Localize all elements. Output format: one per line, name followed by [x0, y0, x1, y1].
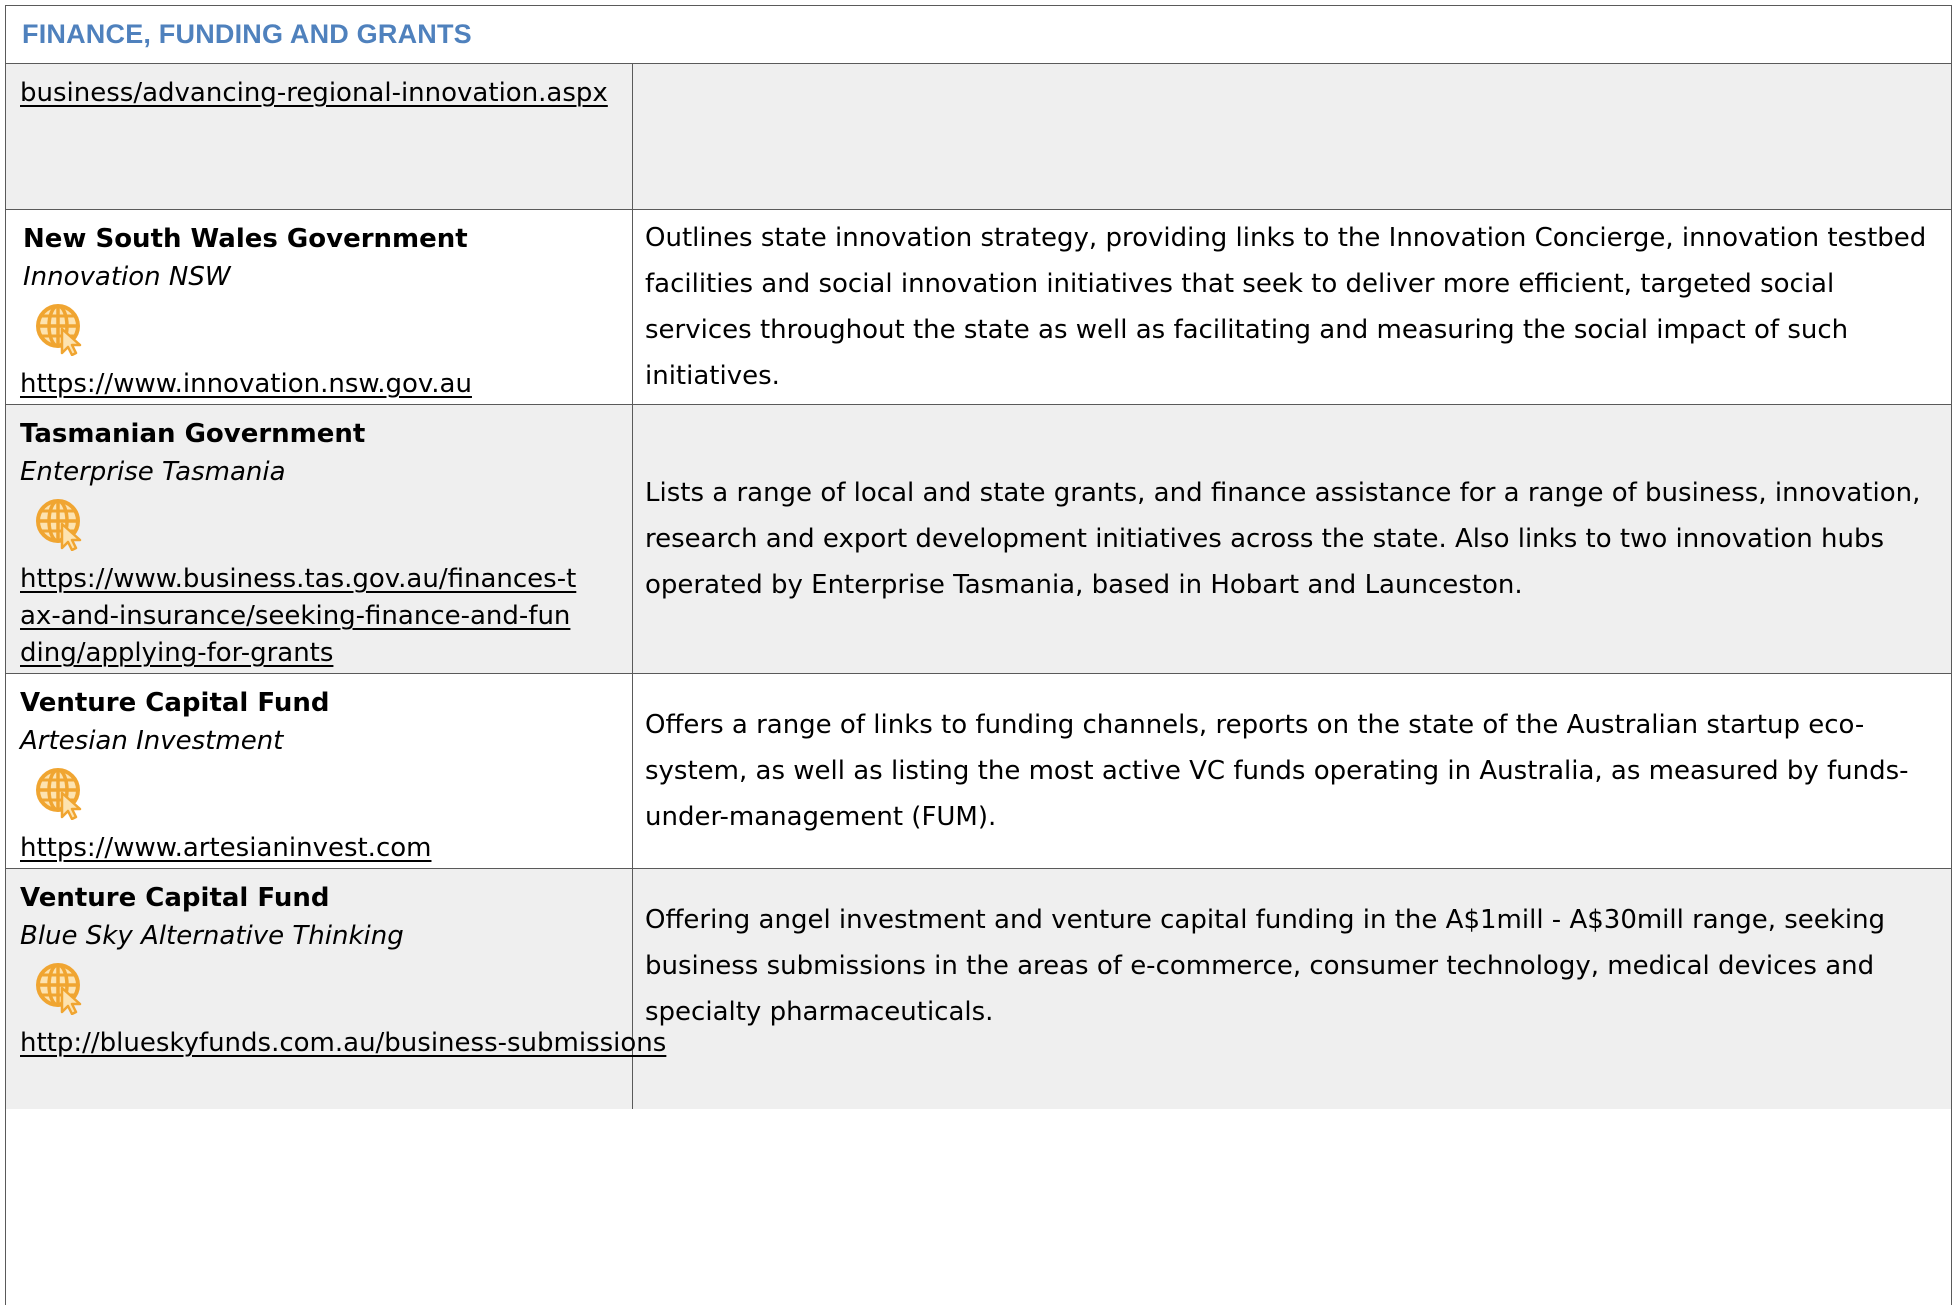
resource-link[interactable]: http://blueskyfunds.com.au/business-subm… [20, 1025, 666, 1061]
resource-description: Offers a range of links to funding chann… [645, 710, 1909, 832]
organisation-name: Venture Capital Fund [20, 883, 330, 913]
table-row: Venture Capital Fund Blue Sky Alternativ… [6, 869, 1951, 1109]
resource-description: Outlines state innovation strategy, prov… [645, 223, 1927, 391]
table-row: business/advancing-regional-innovation.a… [6, 64, 1951, 210]
resource-cell: Tasmanian Government Enterprise Tasmania… [6, 405, 633, 673]
web-link-icon-wrap[interactable] [20, 487, 624, 561]
program-name: Blue Sky Alternative Thinking [20, 921, 404, 951]
web-link-icon-wrap[interactable] [20, 292, 624, 366]
section-header: FINANCE, FUNDING AND GRANTS [6, 6, 1951, 64]
program-name: Artesian Investment [20, 726, 284, 756]
resource-description: Offering angel investment and venture ca… [645, 905, 1886, 1027]
resource-link[interactable]: https://www.business.tas.gov.au/finances… [20, 561, 580, 672]
description-cell: Offering angel investment and venture ca… [633, 869, 1951, 1109]
resource-link[interactable]: business/advancing-regional-innovation.a… [20, 70, 624, 116]
resource-cell: business/advancing-regional-innovation.a… [6, 64, 633, 209]
table-row: Venture Capital Fund Artesian Investment… [6, 674, 1951, 869]
web-link-icon-wrap[interactable] [20, 951, 624, 1025]
globe-cursor-icon[interactable] [34, 766, 88, 820]
globe-cursor-icon[interactable] [34, 302, 88, 356]
globe-cursor-icon[interactable] [34, 497, 88, 551]
globe-cursor-icon[interactable] [34, 961, 88, 1015]
description-cell: Lists a range of local and state grants,… [633, 405, 1951, 673]
resource-cell: Venture Capital Fund Blue Sky Alternativ… [6, 869, 666, 1109]
program-name: Enterprise Tasmania [20, 457, 286, 487]
organisation-name: Venture Capital Fund [20, 688, 330, 718]
program-name: Innovation NSW [23, 262, 231, 292]
resource-link[interactable]: https://www.artesianinvest.com [20, 830, 624, 866]
section-title: FINANCE, FUNDING AND GRANTS [22, 19, 472, 49]
organisation-name: Tasmanian Government [20, 419, 366, 449]
table-row: New South Wales Government Innovation NS… [6, 210, 1951, 405]
resource-table: FINANCE, FUNDING AND GRANTS business/adv… [5, 5, 1952, 1305]
resource-cell: New South Wales Government Innovation NS… [6, 210, 633, 404]
organisation-name: New South Wales Government [23, 224, 468, 254]
table-row: Tasmanian Government Enterprise Tasmania… [6, 405, 1951, 674]
description-cell: Outlines state innovation strategy, prov… [633, 210, 1951, 404]
description-cell: Offers a range of links to funding chann… [633, 674, 1951, 868]
resource-link[interactable]: https://www.innovation.nsw.gov.au [20, 366, 624, 402]
resource-description: Lists a range of local and state grants,… [645, 478, 1921, 600]
resource-cell: Venture Capital Fund Artesian Investment… [6, 674, 633, 868]
web-link-icon-wrap[interactable] [20, 756, 624, 830]
description-cell [633, 64, 1951, 209]
